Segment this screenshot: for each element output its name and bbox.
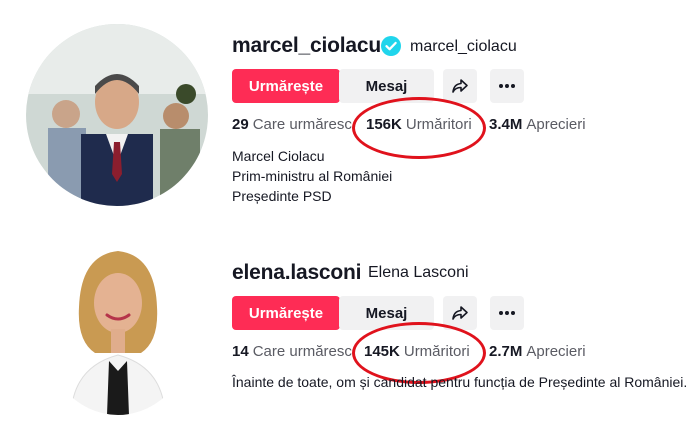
following-count: 14 xyxy=(232,343,249,360)
following-stat[interactable]: 29 Care urmăresc xyxy=(232,116,352,133)
nickname: marcel_ciolacu xyxy=(410,38,517,55)
more-icon xyxy=(499,311,515,315)
bio: Înainte de toate, om și candidat pentru … xyxy=(232,372,687,392)
following-stat[interactable]: 14 Care urmăresc xyxy=(232,343,352,360)
followers-label: Urmăritori xyxy=(403,343,470,360)
following-label: Care urmăresc xyxy=(252,116,352,133)
likes-stat: 3.4M Aprecieri xyxy=(489,116,586,133)
share-icon xyxy=(452,306,468,320)
avatar-photo xyxy=(26,24,208,206)
following-count: 29 xyxy=(232,116,249,133)
likes-label: Aprecieri xyxy=(526,116,586,133)
followers-count: 156K xyxy=(366,116,402,133)
followers-label: Urmăritori xyxy=(405,116,472,133)
more-options-button[interactable] xyxy=(490,69,524,103)
bio-line: Prim-ministru al României xyxy=(232,168,393,184)
nickname: Elena Lasconi xyxy=(368,264,469,281)
share-icon xyxy=(452,79,468,93)
followers-count: 145K xyxy=(364,343,400,360)
following-label: Care urmăresc xyxy=(252,343,352,360)
likes-label: Aprecieri xyxy=(526,343,586,360)
followers-stat[interactable]: 145K Urmăritori xyxy=(364,343,470,360)
username: elena.lasconi xyxy=(232,261,362,284)
follow-button[interactable]: Urmărește xyxy=(232,296,340,330)
likes-count: 3.4M xyxy=(489,116,523,133)
likes-count: 2.7M xyxy=(489,343,523,360)
verified-badge-icon xyxy=(381,36,401,56)
more-options-button[interactable] xyxy=(490,296,524,330)
followers-stat[interactable]: 156K Urmăritori xyxy=(366,116,472,133)
avatar-elena-lasconi[interactable] xyxy=(41,237,195,415)
bio-line: Marcel Ciolacu xyxy=(232,148,325,164)
share-button[interactable] xyxy=(443,69,477,103)
message-button[interactable]: Mesaj xyxy=(339,296,434,330)
avatar-marcel-ciolacu[interactable] xyxy=(26,24,208,206)
follow-button[interactable]: Urmărește xyxy=(232,69,340,103)
bio: Marcel Ciolacu Prim-ministru al României… xyxy=(232,146,392,206)
avatar-photo xyxy=(41,237,195,415)
likes-stat: 2.7M Aprecieri xyxy=(489,343,586,360)
share-button[interactable] xyxy=(443,296,477,330)
more-icon xyxy=(499,84,515,88)
bio-line: Înainte de toate, om și candidat pentru … xyxy=(232,374,688,390)
bio-line: Președinte PSD xyxy=(232,188,332,204)
message-button[interactable]: Mesaj xyxy=(339,69,434,103)
username: marcel_ciolacu xyxy=(232,34,381,57)
